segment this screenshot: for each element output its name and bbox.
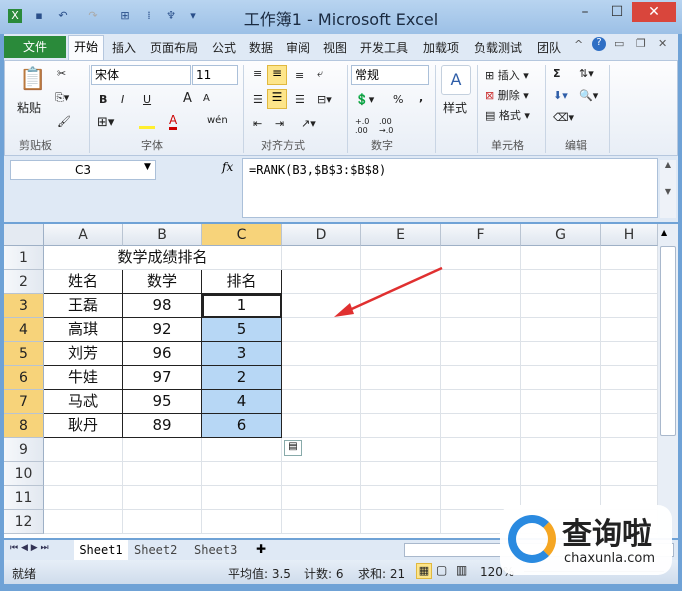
page-break-view-icon[interactable]: ▥ (456, 563, 467, 577)
logo-mark-icon (508, 515, 556, 563)
status-ready: 就绪 (12, 567, 37, 581)
page-layout-view-icon[interactable]: ▢ (436, 563, 447, 577)
paste-options-icon[interactable]: ▤ (284, 440, 302, 456)
status-average: 平均值: 3.5 (228, 567, 291, 581)
normal-view-icon[interactable]: ▦ (416, 563, 432, 579)
status-count: 计数: 6 (304, 567, 344, 581)
status-sum: 求和: 21 (358, 567, 406, 581)
logo-name: 查询啦 (562, 517, 652, 552)
sheet-tab-2[interactable]: Sheet2 (134, 540, 177, 560)
logo-url: chaxunla.com (564, 551, 655, 566)
annotation-arrow (334, 266, 443, 317)
sheet-tab-1[interactable]: Sheet1 (74, 540, 128, 560)
sheet-tab-3[interactable]: Sheet3 (194, 540, 237, 560)
sheet-nav-icons[interactable]: ⏮ ◀ ▶ ⏭ (10, 543, 49, 553)
watermark-logo: 查询啦 chaxunla.com (500, 505, 672, 575)
insert-sheet-icon[interactable]: ✚ (256, 542, 266, 556)
